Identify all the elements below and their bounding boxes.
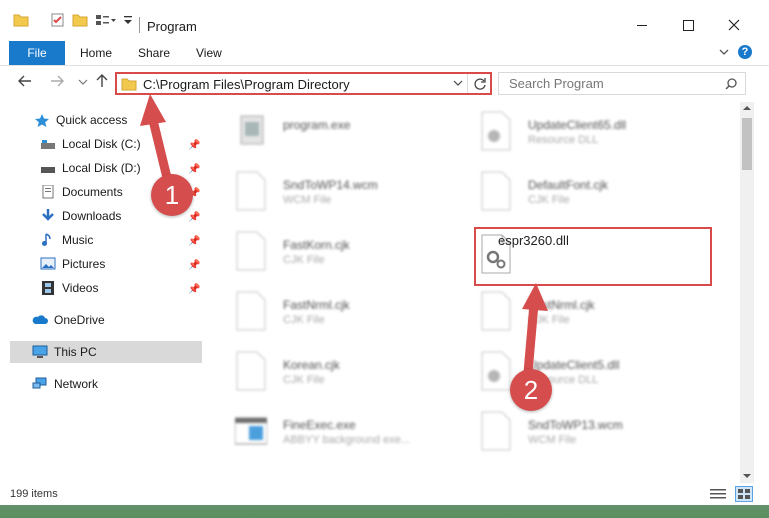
annotation-badge-2: 2	[510, 369, 552, 411]
annotation-arrows	[140, 94, 548, 385]
annotation-arrowhead-2	[522, 283, 548, 311]
annotation-badge-1: 1	[151, 174, 193, 216]
annotation-arrowhead-1	[140, 94, 166, 126]
